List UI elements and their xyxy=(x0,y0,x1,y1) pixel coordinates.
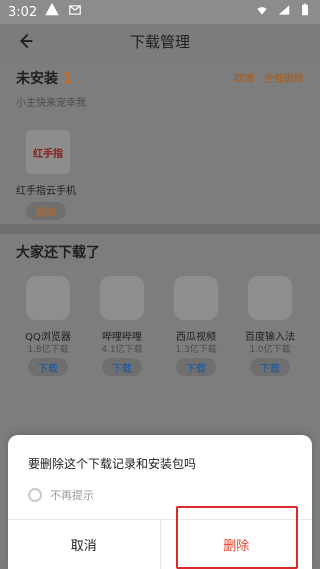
bilibili-icon[interactable] xyxy=(100,276,144,320)
app-header: 下载管理 xyxy=(0,24,320,58)
status-bar: 3:02 xyxy=(0,0,320,24)
download-count: 1.0亿下载 xyxy=(249,345,291,355)
app-name: 百度输入法 xyxy=(245,332,295,343)
delete-app-button[interactable]: 删除 xyxy=(26,202,66,220)
signal-icon xyxy=(276,3,292,21)
cancel-link[interactable]: 取消 xyxy=(234,70,254,85)
app-icon-text: 红手指 xyxy=(33,148,63,160)
download-button[interactable]: 下载 xyxy=(28,358,68,376)
time: 3:02 xyxy=(8,4,38,20)
dont-show-again-row[interactable]: 不再提示 xyxy=(28,487,94,503)
delete-all-link[interactable]: 全部删除 xyxy=(264,70,304,85)
not-installed-label: 未安装 xyxy=(16,71,58,87)
app-name: QQ浏览器 xyxy=(25,332,71,343)
app-name: 红手指云手机 xyxy=(16,186,76,197)
page-title: 下载管理 xyxy=(129,32,190,51)
cancel-button[interactable]: 取消 xyxy=(8,520,161,569)
checkbox-label: 不再提示 xyxy=(50,489,94,502)
others-title: 大家还下载了 xyxy=(16,245,100,261)
download-count: 4.1亿下载 xyxy=(101,345,143,355)
not-installed-section: 未安装 1 小主快来宠幸我 取消 全部删除 红手指 红手指云手机 删除 xyxy=(16,68,304,220)
mail-icon xyxy=(67,3,83,21)
alert-icon xyxy=(45,2,60,21)
download-count: 1.3亿下载 xyxy=(175,345,217,355)
recommended-app: QQ浏览器 1.8亿下载 下载 xyxy=(16,276,80,416)
checkbox-circle-icon[interactable] xyxy=(28,488,42,502)
dialog-message: 要删除这个下载记录和安装包吗 xyxy=(28,457,197,471)
section-divider xyxy=(0,224,320,234)
not-installed-subtitle: 小主快来宠幸我 xyxy=(16,98,86,109)
recommended-apps-grid: QQ浏览器 1.8亿下载 下载 哔哩哔哩 4.1亿下载 下载 西瓜视频 1.3亿… xyxy=(16,276,304,416)
recommended-app: 百度输入法 1.0亿下载 下载 xyxy=(238,276,302,416)
back-arrow-icon[interactable] xyxy=(16,32,34,50)
delete-confirm-button[interactable]: 删除 xyxy=(161,520,313,569)
download-button[interactable]: 下载 xyxy=(250,358,290,376)
qq-browser-icon[interactable] xyxy=(26,276,70,320)
battery-icon xyxy=(298,3,312,21)
download-button[interactable]: 下载 xyxy=(102,358,142,376)
wifi-icon xyxy=(254,3,270,21)
not-installed-count: 1 xyxy=(62,71,73,87)
download-count: 1.8亿下载 xyxy=(27,345,69,355)
baidu-input-icon[interactable] xyxy=(248,276,292,320)
download-button[interactable]: 下载 xyxy=(176,358,216,376)
recommended-app: 哔哩哔哩 4.1亿下载 下载 xyxy=(90,276,154,416)
recommended-app: 西瓜视频 1.3亿下载 下载 xyxy=(164,276,228,416)
xigua-video-icon[interactable] xyxy=(174,276,218,320)
app-icon-hongshouzhi[interactable]: 红手指 xyxy=(26,130,70,174)
app-name: 西瓜视频 xyxy=(176,332,216,343)
app-name: 哔哩哔哩 xyxy=(102,332,142,343)
delete-confirm-dialog: 要删除这个下载记录和安装包吗 不再提示 取消 删除 xyxy=(8,435,312,569)
not-installed-actions: 取消 全部删除 xyxy=(234,70,304,85)
dialog-actions: 取消 删除 xyxy=(8,519,312,569)
others-section: 大家还下载了 QQ浏览器 1.8亿下载 下载 哔哩哔哩 4.1亿下载 下载 西瓜… xyxy=(16,242,304,376)
